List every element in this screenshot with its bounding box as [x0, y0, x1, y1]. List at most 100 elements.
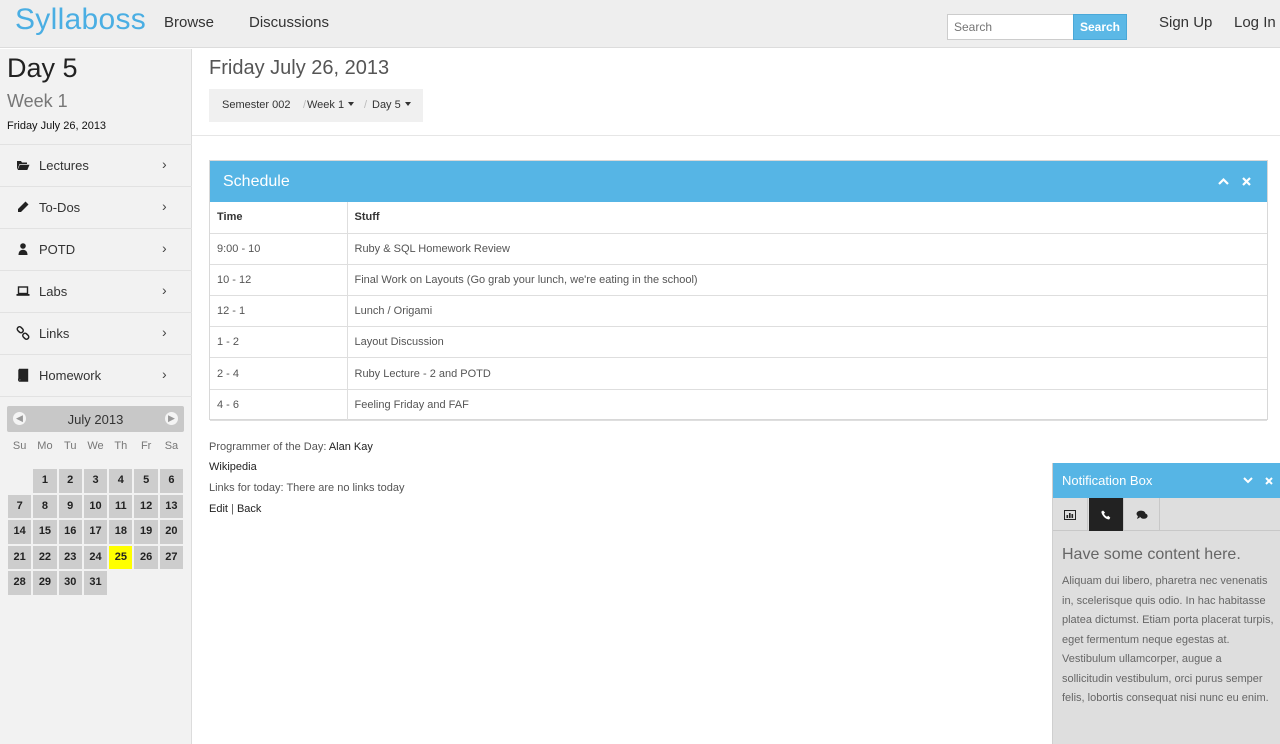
page-title: Friday July 26, 2013	[209, 57, 390, 79]
top-navbar: Syllaboss Browse Discussions Search Sign…	[0, 0, 1280, 48]
calendar-day[interactable]: 9	[58, 494, 82, 518]
brand-logo[interactable]: Syllaboss	[15, 3, 146, 37]
schedule-panel: Schedule Time Stuff 9:00 - 10 Ruby & SQL …	[209, 160, 1268, 421]
nav-browse[interactable]: Browse	[164, 14, 214, 31]
calendar-empty-cell	[8, 469, 31, 493]
sidebar-item-todos[interactable]: To-Dos ›	[0, 186, 192, 228]
chevron-right-icon: ›	[162, 366, 167, 382]
breadcrumb-semester[interactable]: Semester 002	[222, 99, 290, 111]
caret-down-icon	[348, 102, 355, 107]
calendar-day[interactable]: 8	[33, 494, 57, 518]
calendar-day[interactable]: 22	[33, 545, 57, 569]
close-icon[interactable]	[1242, 177, 1251, 186]
chevron-down-icon[interactable]	[1243, 477, 1253, 484]
time-cell: 9:00 - 10	[210, 233, 348, 265]
calendar-day[interactable]: 15	[33, 520, 57, 544]
sidebar-item-links[interactable]: Links ›	[0, 312, 192, 354]
table-row: 4 - 6 Feeling Friday and FAF	[210, 389, 1267, 421]
stuff-cell: Ruby & SQL Homework Review	[347, 233, 1267, 265]
notification-tabs	[1053, 498, 1280, 531]
calendar-day[interactable]: 27	[159, 545, 184, 569]
calendar-day[interactable]: 24	[83, 545, 108, 569]
calendar-day[interactable]: 10	[83, 494, 108, 518]
calendar-day[interactable]: 29	[33, 571, 57, 595]
sidebar-item-lectures[interactable]: Lectures ›	[0, 144, 192, 186]
pencil-icon	[18, 201, 29, 212]
chart-icon	[1064, 509, 1076, 520]
calendar-day[interactable]: 26	[134, 545, 158, 569]
breadcrumb-day[interactable]: Day 5	[372, 99, 411, 111]
wikipedia-link[interactable]: Wikipedia	[209, 461, 257, 473]
calendar-day[interactable]: 28	[8, 571, 32, 595]
stuff-cell: Final Work on Layouts (Go grab your lunc…	[347, 264, 1267, 297]
weekday-label: Fr	[140, 440, 152, 452]
calendar-day[interactable]: 16	[58, 520, 82, 544]
phone-icon	[1101, 510, 1111, 519]
tab-phone[interactable]	[1089, 498, 1124, 531]
sidebar-item-label: Homework	[39, 368, 102, 383]
chevron-up-icon[interactable]	[1218, 177, 1229, 185]
breadcrumb-week[interactable]: Week 1	[307, 99, 355, 111]
sidebar-item-homework[interactable]: Homework ›	[0, 354, 192, 396]
weekday-label: Su	[12, 440, 27, 452]
sidebar-item-label: Labs	[39, 284, 68, 299]
calendar-day[interactable]: 14	[8, 520, 32, 544]
divider	[192, 135, 1280, 136]
back-link[interactable]: Back	[237, 503, 261, 515]
calendar-day[interactable]: 17	[83, 520, 108, 544]
search-input[interactable]	[947, 14, 1073, 40]
sidebar-item-labs[interactable]: Labs ›	[0, 270, 192, 312]
sidebar-item-label: POTD	[39, 242, 76, 257]
calendar-day[interactable]: 7	[8, 494, 32, 518]
calendar-header: ◀ July 2013 ▶	[7, 406, 184, 432]
breadcrumb-separator: /	[303, 99, 307, 111]
notification-box: Notification Box Have some content here.…	[1052, 463, 1280, 744]
chevron-right-icon: ›	[162, 324, 167, 340]
caret-down-icon	[404, 102, 411, 107]
weekday-label: Sa	[164, 440, 179, 452]
schedule-title: Schedule	[223, 173, 290, 190]
calendar-day[interactable]: 21	[8, 545, 32, 569]
sign-up-link[interactable]: Sign Up	[1159, 14, 1212, 31]
tab-chart[interactable]	[1053, 498, 1088, 531]
close-icon[interactable]	[1265, 477, 1273, 485]
notification-title: Notification Box	[1062, 473, 1153, 488]
time-cell: 2 - 4	[210, 357, 348, 390]
chevron-right-icon: ›	[162, 240, 167, 256]
chevron-right-icon: ›	[162, 198, 167, 214]
folder-open-icon	[17, 161, 30, 170]
calendar-day[interactable]: 5	[134, 469, 158, 493]
sidebar-item-potd[interactable]: POTD ›	[0, 228, 192, 270]
log-in-link[interactable]: Log In	[1234, 14, 1276, 31]
tab-comments[interactable]	[1125, 498, 1160, 531]
notification-body: Aliquam dui libero, pharetra nec venenat…	[1062, 575, 1274, 704]
calendar-day[interactable]: 19	[134, 520, 158, 544]
calendar-day[interactable]: 11	[109, 494, 133, 518]
chevron-right-icon: ›	[162, 282, 167, 298]
calendar-day[interactable]: 13	[159, 494, 184, 518]
nav-discussions[interactable]: Discussions	[249, 14, 329, 31]
time-cell: 12 - 1	[210, 295, 348, 328]
calendar-day[interactable]: 18	[109, 520, 133, 544]
weekday-label: We	[87, 440, 104, 452]
table-row: 9:00 - 10 Ruby & SQL Homework Review	[210, 233, 1267, 265]
sidebar: Day 5 Week 1 Friday July 26, 2013 Lectur…	[0, 49, 192, 744]
calendar-day[interactable]: 1	[33, 469, 57, 493]
calendar-day[interactable]: 3	[83, 469, 108, 493]
calendar-day[interactable]: 12	[134, 494, 158, 518]
search-button[interactable]: Search	[1073, 14, 1127, 40]
calendar-day[interactable]: 23	[58, 545, 82, 569]
calendar-day[interactable]: 25	[109, 545, 133, 569]
calendar-day[interactable]: 4	[109, 469, 133, 493]
calendar-day[interactable]: 20	[159, 520, 184, 544]
edit-link[interactable]: Edit	[209, 503, 228, 515]
stuff-cell: Feeling Friday and FAF	[347, 389, 1267, 421]
calendar-day[interactable]: 30	[58, 571, 82, 595]
potd-name-link[interactable]: Alan Kay	[329, 441, 373, 453]
calendar-day[interactable]: 31	[83, 571, 108, 595]
calendar-day[interactable]: 6	[159, 469, 184, 493]
sidebar-item-label: Lectures	[39, 158, 89, 173]
calendar-day[interactable]: 2	[58, 469, 82, 493]
next-month-icon[interactable]: ▶	[165, 412, 178, 425]
sidebar-divider	[0, 396, 192, 397]
